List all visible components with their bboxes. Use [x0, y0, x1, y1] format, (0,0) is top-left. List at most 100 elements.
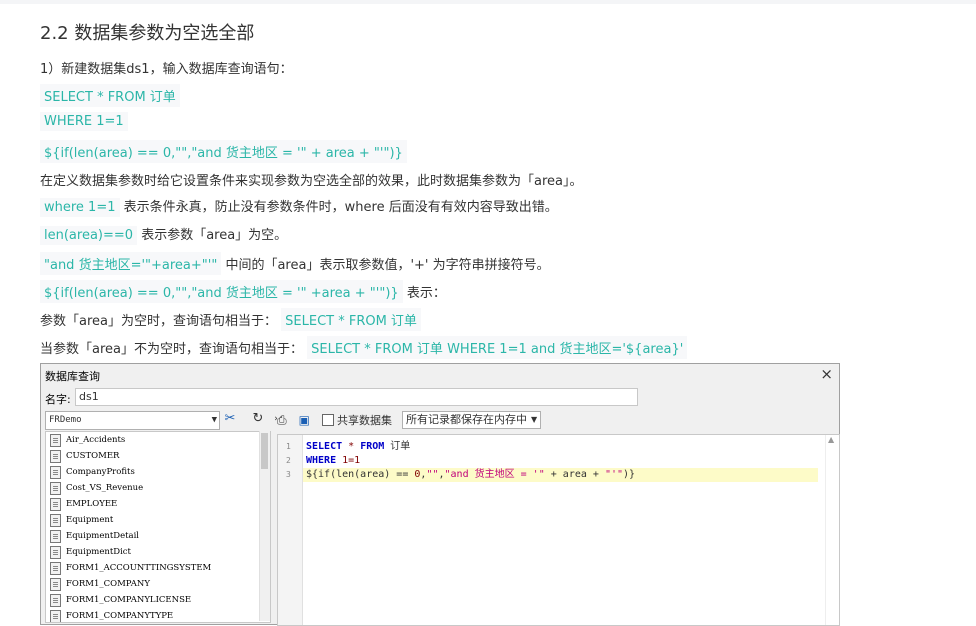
name-input[interactable]: ds1 [75, 388, 638, 406]
table-name: Air_Accidents [66, 435, 126, 445]
checkbox-box[interactable] [321, 414, 334, 426]
save-icon[interactable]: ▣ [299, 413, 310, 427]
table-name: CompanyProfits [66, 467, 135, 477]
table-name: FORM1_COMPANYTYPE [66, 611, 174, 621]
list-item[interactable]: EquipmentDetail [46, 528, 270, 544]
explain-text: 表示条件永真，防止没有参数条件时，where 后面没有有效内容导致出错。 [123, 200, 558, 215]
table-name: FORM1_ACCOUNTTINGSYSTEM [66, 563, 212, 573]
line-number: 2 [286, 456, 291, 465]
sql-line-2: WHERE 1=1 [40, 112, 128, 131]
editor-scrollbar[interactable]: ▲ [825, 435, 839, 625]
table-icon [50, 545, 61, 559]
code-text: ${if(len(area) == [306, 469, 415, 480]
line-number-gutter: 1 2 3 [278, 435, 303, 625]
dialog-title: 数据库查询 [45, 370, 100, 383]
scrollbar-thumb[interactable] [261, 433, 268, 469]
list-item[interactable]: FORM1_ACCOUNTTINGSYSTEM [46, 560, 270, 576]
table-name: CUSTOMER [66, 451, 120, 461]
table-icon [50, 465, 61, 479]
list-item[interactable]: Equipment [46, 512, 270, 528]
identifier: 订单 [384, 441, 411, 452]
editor-line-3: ${if(len(area) == 0,"","and 货主地区 = '" + … [303, 468, 818, 482]
explain-paragraph-2: where 1=1 表示条件永真，防止没有参数条件时，where 后面没有有效内… [40, 196, 558, 217]
list-item[interactable]: Cost_VS_Revenue [46, 480, 270, 496]
cache-mode-select[interactable]: 所有记录都保存在内存中 ▼ [401, 411, 542, 429]
close-icon[interactable]: × [820, 365, 833, 383]
name-label: 名字: [45, 393, 71, 406]
inline-code: len(area)==0 [40, 226, 138, 245]
list-item[interactable]: CompanyProfits [46, 464, 270, 480]
keyword: FROM [360, 441, 385, 452]
list-item[interactable]: EquipmentDict [46, 544, 270, 560]
inline-code: SELECT * FROM 订单 [281, 308, 421, 331]
table-name: Equipment [66, 515, 114, 525]
table-name: EquipmentDict [66, 547, 131, 557]
table-list-scrollbar[interactable] [259, 431, 270, 621]
explain-paragraph-3: len(area)==0 表示参数「area」为空。 [40, 224, 287, 245]
list-item[interactable]: CUSTOMER [46, 448, 270, 464]
table-name: EquipmentDetail [66, 531, 140, 541]
explain-text: 表示参数「area」为空。 [141, 228, 288, 243]
explain-text: 表示： [406, 286, 446, 301]
table-icon [50, 433, 61, 447]
code-text: )} [623, 469, 636, 480]
line-number: 1 [286, 442, 291, 451]
table-name: EMPLOYEE [66, 499, 118, 509]
inline-code: SELECT * FROM 订单 WHERE 1=1 and 货主地区='${a… [307, 336, 688, 359]
datasource-value: FRDemo [49, 415, 82, 425]
sql-code-1: SELECT * FROM 订单 [40, 84, 180, 107]
explain-paragraph-5: ${if(len(area) == 0,"","and 货主地区 = '" +a… [40, 280, 446, 303]
sql-line-3: ${if(len(area) == 0,"","and 货主地区 = '" + … [40, 140, 407, 163]
explain-paragraph-6: 参数「area」为空时，查询语句相当于： SELECT * FROM 订单 [40, 308, 421, 331]
table-icon [50, 593, 61, 607]
string: "" [426, 469, 439, 480]
database-query-dialog: 数据库查询 × 名字: ds1 FRDemo ▼ ✂ ↻ › Air_Accid… [40, 363, 840, 626]
edit-connection-icon[interactable]: ✂ [221, 410, 239, 428]
string: "and 货主地区 = '" [444, 469, 545, 480]
chevron-down-icon: ▼ [530, 415, 538, 424]
explain-paragraph-4: "and 货主地区='"+area+"'" 中间的「area」表示取参数值，'+… [40, 252, 550, 275]
table-icon [50, 529, 61, 543]
scroll-up-icon[interactable]: ▲ [828, 435, 834, 444]
section-heading: 2.2 数据集参数为空选全部 [40, 23, 255, 44]
table-icon [50, 609, 61, 622]
operator: * [342, 441, 361, 452]
editor-line-1: SELECT * FROM 订单 [306, 440, 410, 454]
table-name: Cost_VS_Revenue [66, 483, 144, 493]
share-dataset-label: 共享数据集 [336, 414, 392, 427]
editor-toolbar: ⎙ ▣ 共享数据集 所有记录都保存在内存中 ▼ [277, 410, 542, 430]
table-name: FORM1_COMPANY [66, 579, 150, 589]
inline-code: where 1=1 [40, 198, 120, 217]
keyword: WHERE [306, 455, 337, 466]
table-icon [50, 497, 61, 511]
table-list: Air_Accidents CUSTOMER CompanyProfits Co… [45, 431, 271, 623]
table-icon [50, 449, 61, 463]
explain-paragraph-7: 当参数「area」不为空时，查询语句相当于： SELECT * FROM 订单 … [40, 336, 688, 359]
string: "'" [604, 469, 624, 480]
table-icon [50, 577, 61, 591]
list-item[interactable]: FORM1_COMPANYLICENSE [46, 592, 270, 608]
cache-mode-value: 所有记录都保存在内存中 [405, 413, 527, 426]
list-item[interactable]: FORM1_COMPANYTYPE [46, 608, 270, 622]
sql-code-3: ${if(len(area) == 0,"","and 货主地区 = '" + … [40, 140, 407, 163]
number: 1=1 [336, 455, 361, 466]
preview-icon[interactable]: ⎙ [277, 413, 287, 428]
table-icon [50, 561, 61, 575]
inline-code: "and 货主地区='"+area+"'" [40, 252, 222, 275]
sql-editor[interactable]: 1 2 3 SELECT * FROM 订单 WHERE 1=1 ${if(le… [277, 434, 840, 626]
sql-code-2: WHERE 1=1 [40, 112, 128, 131]
step-1-text: 1）新建数据集ds1，输入数据库查询语句： [40, 62, 293, 77]
sql-line-1: SELECT * FROM 订单 [40, 84, 180, 107]
share-dataset-checkbox[interactable]: 共享数据集 [321, 412, 392, 428]
list-item[interactable]: EMPLOYEE [46, 496, 270, 512]
line-number: 3 [286, 470, 291, 479]
chevron-down-icon: ▼ [211, 415, 217, 425]
list-item[interactable]: Air_Accidents [46, 432, 270, 448]
table-icon [50, 513, 61, 527]
list-item[interactable]: FORM1_COMPANY [46, 576, 270, 592]
datasource-select[interactable]: FRDemo ▼ [45, 411, 220, 430]
refresh-icon[interactable]: ↻ [249, 410, 267, 428]
explain-paragraph-1: 在定义数据集参数时给它设置条件来实现参数为空选全部的效果，此时数据集参数为「ar… [40, 174, 583, 189]
editor-line-2: WHERE 1=1 [306, 454, 360, 468]
inline-code: ${if(len(area) == 0,"","and 货主地区 = '" +a… [40, 280, 403, 303]
